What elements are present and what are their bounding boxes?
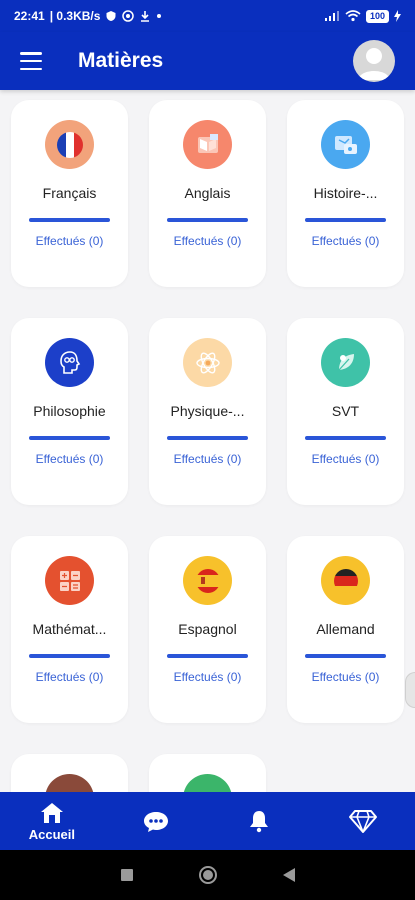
user-icon: [358, 48, 390, 80]
progress-bar: [167, 218, 248, 222]
france-flag-icon: [45, 120, 94, 169]
back-button[interactable]: [282, 867, 296, 883]
menu-icon[interactable]: [20, 52, 42, 70]
progress-bar: [167, 654, 248, 658]
subject-name: Philosophie: [33, 403, 106, 419]
bottom-nav: Accueil: [0, 792, 415, 850]
nav-notifications[interactable]: [208, 792, 312, 850]
subject-name: Histoire-...: [313, 185, 378, 201]
system-nav-bar: [0, 850, 415, 900]
diamond-icon: [349, 810, 378, 833]
subject-card-svt[interactable]: SVT Effectués (0): [287, 318, 404, 505]
progress-bar: [305, 436, 386, 440]
vpn-icon: [105, 10, 117, 22]
history-map-icon: [321, 120, 370, 169]
subject-progress-label: Effectués (0): [35, 234, 104, 248]
bell-icon: [250, 811, 269, 833]
subject-card-mathematiques[interactable]: Mathémat... Effectués (0): [11, 536, 128, 723]
subject-progress-label: Effectués (0): [311, 452, 380, 466]
philosophy-head-icon: [45, 338, 94, 387]
subject-card-francais[interactable]: Français Effectués (0): [11, 100, 128, 287]
download-icon: [139, 10, 151, 22]
progress-bar: [29, 654, 110, 658]
progress-bar: [305, 218, 386, 222]
subject-card-histoire[interactable]: Histoire-... Effectués (0): [287, 100, 404, 287]
english-book-icon: [183, 120, 232, 169]
circle-icon: [198, 866, 217, 884]
subject-card-partial[interactable]: [11, 754, 128, 792]
recents-button[interactable]: [120, 868, 134, 882]
nav-home-label: Accueil: [28, 826, 75, 842]
back-triangle-icon: [282, 868, 295, 882]
subject-card-espagnol[interactable]: Espagnol Effectués (0): [149, 536, 266, 723]
home-system-button[interactable]: [198, 865, 218, 885]
app-bar: Matières: [0, 32, 415, 90]
progress-bar: [29, 218, 110, 222]
subject-icon: [45, 774, 94, 792]
charging-icon: [394, 10, 401, 22]
subject-progress-label: Effectués (0): [311, 670, 380, 684]
subject-progress-label: Effectués (0): [173, 234, 242, 248]
subject-card-partial[interactable]: [149, 754, 266, 792]
subject-name: Physique-...: [170, 403, 245, 419]
progress-bar: [29, 436, 110, 440]
subject-progress-label: Effectués (0): [35, 670, 104, 684]
dot-icon: [156, 13, 162, 19]
spain-flag-icon: [183, 556, 232, 605]
subject-name: Allemand: [316, 621, 375, 637]
home-icon: [40, 802, 63, 823]
subject-card-philosophie[interactable]: Philosophie Effectués (0): [11, 318, 128, 505]
subject-card-allemand[interactable]: Allemand Effectués (0): [287, 536, 404, 723]
svt-leaf-icon: [321, 338, 370, 387]
avatar[interactable]: [353, 40, 395, 82]
whatsapp-icon: [122, 10, 135, 22]
subject-card-anglais[interactable]: Anglais Effectués (0): [149, 100, 266, 287]
subject-name: Mathémat...: [32, 621, 107, 637]
page-title: Matières: [78, 49, 164, 72]
battery-level: 100: [365, 9, 389, 23]
status-time: 22:41: [14, 9, 45, 23]
nav-home[interactable]: Accueil: [0, 792, 104, 850]
chat-bubble-icon: [143, 812, 168, 832]
germany-flag-icon: [321, 556, 370, 605]
subject-name: Espagnol: [178, 621, 237, 637]
status-bar: 22:41 | 0.3KB/s 100: [0, 0, 415, 32]
physics-atom-icon: [183, 338, 232, 387]
subject-name: SVT: [331, 403, 360, 419]
wifi-icon: [345, 10, 361, 22]
math-calculator-icon: [45, 556, 94, 605]
subjects-grid: Français Effectués (0) Anglais Effectués…: [0, 90, 415, 792]
subject-card-physique[interactable]: Physique-... Effectués (0): [149, 318, 266, 505]
subject-name: Français: [42, 185, 97, 201]
subject-progress-label: Effectués (0): [35, 452, 104, 466]
subject-name: Anglais: [184, 185, 231, 201]
subject-progress-label: Effectués (0): [173, 670, 242, 684]
nav-premium[interactable]: [311, 792, 415, 850]
nav-chat[interactable]: [104, 792, 208, 850]
signal-icon: [324, 10, 340, 22]
progress-bar: [305, 654, 386, 658]
scroll-handle[interactable]: [405, 672, 415, 708]
progress-bar: [167, 436, 248, 440]
subject-progress-label: Effectués (0): [173, 452, 242, 466]
subject-progress-label: Effectués (0): [311, 234, 380, 248]
subject-icon: [183, 774, 232, 792]
status-speed: | 0.3KB/s: [49, 9, 101, 23]
square-icon: [120, 869, 133, 881]
